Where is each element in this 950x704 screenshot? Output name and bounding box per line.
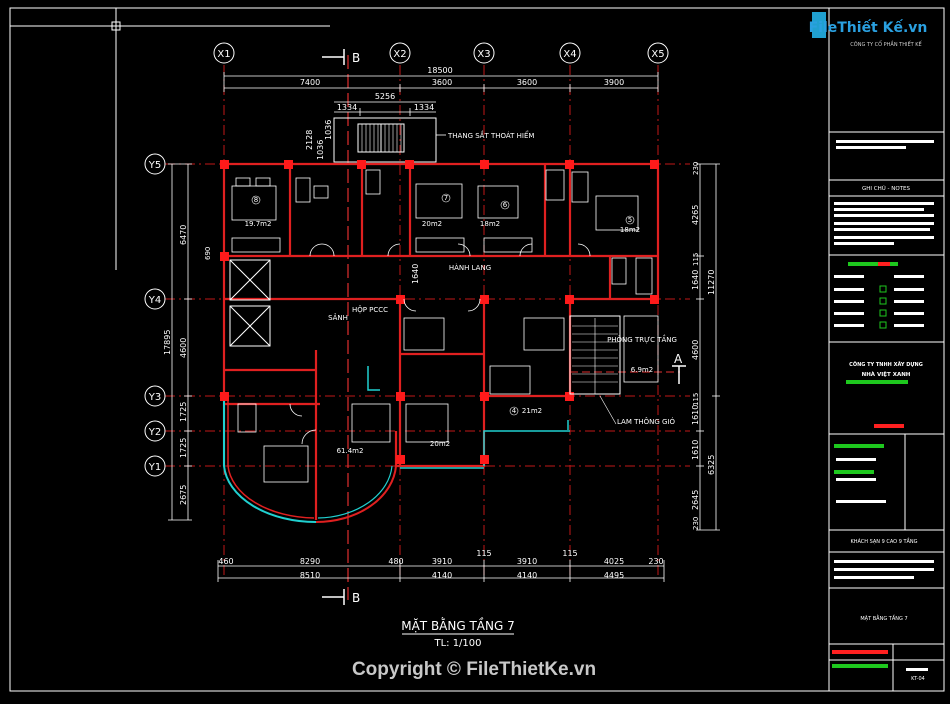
dim-top-total: 18500 bbox=[427, 66, 452, 75]
vent-label: LAM THÔNG GIÓ bbox=[617, 417, 676, 426]
dim-top-3: 3900 bbox=[604, 78, 624, 87]
room-6-area: 18m2 bbox=[480, 220, 500, 228]
dim-top-0: 7400 bbox=[300, 78, 320, 87]
corridor-label: HÀNH LANG bbox=[449, 263, 491, 272]
notes-label: GHI CHÚ - NOTES bbox=[862, 185, 911, 192]
dim-bottom-total-3: 4495 bbox=[604, 571, 624, 580]
lobby-label: SẢNH bbox=[328, 313, 348, 322]
duty-room-label: PHÒNG TRỰC TẦNG bbox=[607, 334, 677, 344]
dim-bottom-2: 3910 bbox=[517, 557, 537, 566]
axis-x2-label: X2 bbox=[393, 49, 406, 60]
dim-left-small: 690 bbox=[204, 247, 212, 260]
dim-stair-v-2: 1036 bbox=[324, 120, 333, 140]
dim-left-2: 4600 bbox=[179, 338, 188, 358]
dim-right-5: 2645 bbox=[691, 490, 700, 510]
dim-bottom-small-4: 230 bbox=[648, 557, 663, 566]
room-3-area: 20m2 bbox=[430, 440, 450, 448]
dim-right-small-3: 230 bbox=[692, 517, 700, 530]
room-7-no: 7 bbox=[444, 194, 448, 202]
dim-right-1: 1640 bbox=[691, 270, 700, 290]
dim-bottom-3: 4025 bbox=[604, 557, 624, 566]
dim-right-4: 1610 bbox=[691, 440, 700, 460]
crosshair-cursor bbox=[10, 8, 330, 270]
axis-y3-label: Y3 bbox=[148, 392, 161, 403]
axis-y5-label: Y5 bbox=[148, 160, 161, 171]
dim-right-total-1: 6325 bbox=[707, 455, 716, 475]
dim-top-2: 3600 bbox=[517, 78, 537, 87]
room-6-no: 6 bbox=[503, 201, 508, 209]
dim-right-3: 1610 bbox=[691, 405, 700, 425]
dim-left-3: 1725 bbox=[179, 402, 188, 422]
dim-stair-0: 5256 bbox=[375, 92, 395, 101]
stair-label: THANG SẮT THOÁT HIỂM bbox=[447, 130, 534, 140]
sheet-number: KT-04 bbox=[911, 676, 925, 682]
dim-bottom-1: 3910 bbox=[432, 557, 452, 566]
drawing-title: MẶT BẰNG TẦNG 7 bbox=[401, 617, 515, 633]
axis-x4-label: X4 bbox=[563, 49, 576, 60]
sheet-frame bbox=[9, 7, 945, 692]
drawing-scale: TL: 1/100 bbox=[433, 638, 481, 649]
dim-right-0: 4265 bbox=[691, 205, 700, 225]
axis-x1-label: X1 bbox=[217, 49, 230, 60]
dim-1640: 1640 bbox=[411, 264, 420, 284]
company-name: CÔNG TY TNHH XÂY DỰNG bbox=[849, 361, 923, 368]
company-sub: NHÀ VIỆT XANH bbox=[862, 370, 911, 378]
dim-right-small-2: 115 bbox=[692, 393, 700, 406]
big-room-area: 61.4m2 bbox=[337, 447, 364, 455]
room-7-area: 20m2 bbox=[422, 220, 442, 228]
room-4-no: 4 bbox=[512, 407, 517, 415]
room-5-area: 18m2 bbox=[620, 226, 640, 234]
dim-bottom-small-3: 115 bbox=[562, 549, 577, 558]
dim-bottom-total-1: 4140 bbox=[432, 571, 452, 580]
axis-y2-label: Y2 bbox=[148, 427, 161, 438]
duty-room-area: 6.9m2 bbox=[631, 366, 653, 374]
axis-x5-label: X5 bbox=[651, 49, 664, 60]
section-b-top: B bbox=[352, 51, 360, 65]
axis-y4-label: Y4 bbox=[148, 295, 161, 306]
dim-top-1: 3600 bbox=[432, 78, 452, 87]
dim-stair-2: 1334 bbox=[414, 103, 434, 112]
room-5-no: 5 bbox=[628, 216, 632, 224]
room-4-area: 21m2 bbox=[522, 407, 542, 415]
dim-stair-v-1: 1036 bbox=[316, 140, 325, 160]
axis-x3-label: X3 bbox=[477, 49, 490, 60]
dim-bottom-total-0: 8510 bbox=[300, 571, 320, 580]
dim-bottom-total-2: 4140 bbox=[517, 571, 537, 580]
dim-left-0: 6470 bbox=[179, 225, 188, 245]
fire-box-label: HỘP PCCC bbox=[352, 305, 388, 314]
dim-bottom-small-1: 480 bbox=[388, 557, 403, 566]
dim-bottom-small-0: 460 bbox=[218, 557, 233, 566]
dim-right-total-0: 11270 bbox=[707, 270, 716, 295]
section-b-bottom: B bbox=[352, 591, 360, 605]
company-top-label: CÔNG TY CỔ PHẦN THIẾT KẾ bbox=[850, 40, 922, 48]
copyright-watermark: Copyright © FileThietKe.vn bbox=[352, 659, 596, 680]
dim-bottom-0: 8290 bbox=[300, 557, 320, 566]
dim-right-small-0: 230 bbox=[692, 162, 700, 175]
dim-stair-1: 1334 bbox=[337, 103, 357, 112]
dim-left-5: 2675 bbox=[179, 485, 188, 505]
room-8-area: 19.7m2 bbox=[245, 220, 272, 228]
room-8-no: 8 bbox=[254, 196, 258, 204]
dim-bottom-small-2: 115 bbox=[476, 549, 491, 558]
dim-stair-v-0: 2128 bbox=[305, 130, 314, 150]
sheet-title: MẶT BẰNG TẦNG 7 bbox=[860, 614, 907, 622]
dim-right-2: 4600 bbox=[691, 340, 700, 360]
dim-right-small-1: 115 bbox=[692, 253, 700, 266]
section-a: A bbox=[674, 352, 683, 366]
dim-left-4: 1725 bbox=[179, 438, 188, 458]
axis-y1-label: Y1 bbox=[148, 462, 161, 473]
logo-text: FileThiết Kế.vn bbox=[809, 19, 928, 36]
project-name: KHÁCH SẠN 9 CAO 9 TẦNG bbox=[850, 537, 917, 545]
floor-plan-drawing: X1 X2 X3 X4 X5 Y5 Y4 Y3 Y2 Y1 B B A 1850… bbox=[9, 7, 945, 692]
dim-left-1: 17895 bbox=[163, 330, 172, 355]
